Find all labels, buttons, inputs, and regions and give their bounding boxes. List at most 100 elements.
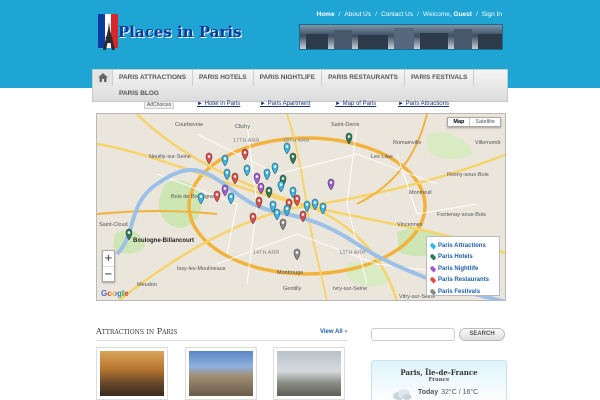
link-map-of-paris[interactable]: ► Map of Paris <box>335 101 376 107</box>
map-marker-icon[interactable] <box>241 148 249 161</box>
nav-home-link[interactable]: Home <box>317 11 335 18</box>
map-pin-icon <box>429 276 437 284</box>
map-label: Les Lilas <box>371 154 393 160</box>
map-label: Courbevoie <box>175 122 203 128</box>
attractions-heading: Attractions in Paris <box>96 327 178 336</box>
map-marker-icon[interactable] <box>279 218 287 231</box>
map-label: Clichy <box>235 124 250 130</box>
map-marker-icon[interactable] <box>273 208 281 221</box>
welcome-text: Welcome, <box>422 11 452 18</box>
zoom-control: + − <box>102 250 115 282</box>
map-marker-icon[interactable] <box>253 172 261 185</box>
map-marker-icon[interactable] <box>205 152 213 165</box>
nav-item-festivals[interactable]: Paris Festivals <box>405 70 475 86</box>
map-marker-icon[interactable] <box>221 184 229 197</box>
map-label: Gentilly <box>283 286 302 292</box>
map-label: Boulogne-Billancourt <box>133 238 194 244</box>
nav-contact-link[interactable]: Contact Us <box>381 11 413 18</box>
map-type-map[interactable]: Map <box>448 118 469 126</box>
nav-item-nightlife[interactable]: Paris Nightlife <box>254 70 323 86</box>
search-button[interactable]: SEARCH <box>459 328 505 341</box>
map-pin-icon <box>429 288 437 296</box>
map-marker-icon[interactable] <box>263 168 271 181</box>
map-label: 17TH ARR <box>233 138 259 144</box>
map-marker-icon[interactable] <box>327 178 335 191</box>
map-label: Romainville <box>393 140 421 146</box>
map-label: Neuilly-sur-Seine <box>149 154 191 160</box>
map-marker-icon[interactable] <box>303 200 311 213</box>
map-label: Fontenay-sous-Bois <box>437 212 486 218</box>
map-marker-icon[interactable] <box>221 154 229 167</box>
nav-separator: / <box>375 11 377 18</box>
nav-separator: / <box>338 11 341 18</box>
attraction-thumbnail[interactable] <box>273 347 345 400</box>
map-label: Meudon <box>137 282 157 288</box>
map-label: Ivry-sur-Seine <box>333 286 367 292</box>
weather-widget: Paris, Île-de-France France Today 32°C / … <box>371 360 507 400</box>
map-marker-icon[interactable] <box>243 164 251 177</box>
legend-item-hotels[interactable]: Paris Hotels <box>429 252 495 264</box>
top-nav: Home / About Us / Contact Us / Welcome, … <box>317 11 502 18</box>
nav-separator: / <box>417 11 419 18</box>
zoom-in-button[interactable]: + <box>103 251 114 266</box>
paris-map[interactable]: Courbevoie Clichy 17TH ARR 18TH ARR Neui… <box>96 113 506 301</box>
legend-item-attractions[interactable]: Paris Attractions <box>429 240 495 252</box>
adchoices-badge[interactable]: AdChoices <box>144 101 175 109</box>
attraction-thumbnail[interactable] <box>185 347 257 400</box>
map-label: Villemomb <box>475 140 501 146</box>
view-all-link[interactable]: View All » <box>320 329 348 335</box>
chevron-right-icon: » <box>344 329 348 335</box>
map-marker-icon[interactable] <box>283 142 291 155</box>
eiffel-tower-icon <box>103 22 115 50</box>
attraction-photo <box>100 351 164 396</box>
nav-home-button[interactable] <box>93 70 113 86</box>
map-type-satellite[interactable]: Satellite <box>469 118 500 126</box>
sign-in-link[interactable]: Sign In <box>482 11 502 18</box>
ad-links-bar: AdChoices ► Hotel in Paris ► Paris Apart… <box>92 100 508 110</box>
link-hotel-in-paris[interactable]: ► Hotel in Paris <box>197 101 240 107</box>
legend-item-festivals[interactable]: Paris Festivals <box>429 286 495 298</box>
map-pin-icon <box>429 265 437 273</box>
attraction-photo <box>277 351 341 396</box>
header-photo-banner <box>299 24 503 50</box>
zoom-out-button[interactable]: − <box>103 266 114 281</box>
map-marker-icon[interactable] <box>277 180 285 193</box>
guest-name: Guest <box>453 11 472 18</box>
nav-separator: / <box>475 11 478 18</box>
map-marker-icon[interactable] <box>213 190 221 203</box>
map-marker-icon[interactable] <box>293 248 301 261</box>
map-label: Montrouge <box>277 270 303 276</box>
nav-item-hotels[interactable]: Paris Hotels <box>193 70 254 86</box>
map-marker-icon[interactable] <box>289 152 297 165</box>
nav-about-link[interactable]: About Us <box>344 11 371 18</box>
nav-item-attractions[interactable]: Paris Attractions <box>113 70 194 86</box>
section-divider <box>96 340 348 341</box>
map-type-control: Map Satellite <box>447 117 501 127</box>
main-nav: Paris Attractions Paris Hotels Paris Nig… <box>92 69 508 102</box>
site-logo[interactable]: Places in Paris <box>98 14 248 52</box>
map-label: Vincennes <box>397 222 423 228</box>
google-logo: Google <box>101 289 129 298</box>
cloud-icon <box>393 389 412 400</box>
logo-text: Places in Paris <box>118 23 242 41</box>
link-paris-apartment[interactable]: ► Paris Apartment <box>260 101 310 107</box>
map-legend: Paris Attractions Paris Hotels Paris Nig… <box>426 236 500 296</box>
attraction-thumbnail[interactable] <box>96 347 168 400</box>
map-label: Saint-Denis <box>331 122 360 128</box>
map-marker-icon[interactable] <box>231 172 239 185</box>
home-icon <box>98 73 108 82</box>
legend-item-nightlife[interactable]: Paris Nightlife <box>429 263 495 275</box>
map-label: Rosny-sous-Bois <box>447 172 489 178</box>
weather-today: Today 32°C / 16°C <box>418 389 479 396</box>
attraction-photo <box>189 351 253 396</box>
map-label: Montreuil <box>409 190 432 196</box>
link-paris-attractions[interactable]: ► Paris Attractions <box>398 101 449 107</box>
search-input[interactable] <box>371 328 455 341</box>
map-label: Saint-Cloud <box>99 222 128 228</box>
weather-city: Paris, Île-de-France <box>400 368 478 377</box>
map-marker-icon[interactable] <box>223 168 231 181</box>
map-label: Issy-les-Moulineaux <box>177 266 226 272</box>
nav-item-restaurants[interactable]: Paris Restaurants <box>322 70 405 86</box>
map-pin-icon <box>429 242 437 250</box>
legend-item-restaurants[interactable]: Paris Restaurants <box>429 275 495 287</box>
